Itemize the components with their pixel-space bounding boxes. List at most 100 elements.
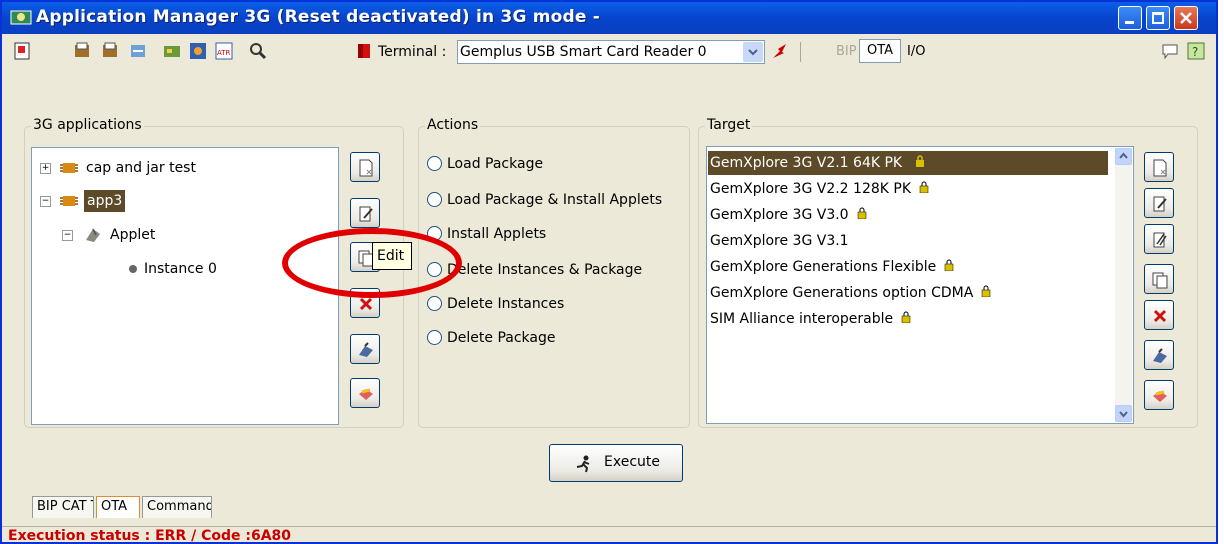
collapse-icon[interactable]: − xyxy=(40,196,51,207)
radio-label: Delete Instances & Package xyxy=(447,262,643,278)
run-icon xyxy=(576,455,590,473)
lock-icon xyxy=(945,259,954,271)
open-icon[interactable] xyxy=(72,41,92,61)
radio-icon[interactable] xyxy=(427,295,442,311)
atr-icon[interactable]: ATR xyxy=(214,41,234,61)
help-icon[interactable]: ? xyxy=(1186,41,1206,61)
edit2-target-button[interactable] xyxy=(1144,224,1174,254)
package-icon xyxy=(60,163,78,173)
stamp-icon xyxy=(359,342,373,357)
svg-text:ATR: ATR xyxy=(217,49,231,57)
radio-icon[interactable] xyxy=(427,329,442,345)
scroll-up-icon[interactable] xyxy=(1115,148,1132,165)
applet-icon xyxy=(86,228,100,242)
tab-ota[interactable]: OTA xyxy=(96,496,140,518)
edit-target-button[interactable] xyxy=(1144,188,1174,218)
tree-item-label: app3 xyxy=(84,190,126,212)
delete-target-button[interactable] xyxy=(1144,300,1174,330)
tree-item-label: Applet xyxy=(110,227,156,243)
target-item-selected[interactable]: GemXplore 3G V2.1 64K PK xyxy=(708,151,1108,175)
chevron-down-icon[interactable] xyxy=(743,42,763,62)
export-target-button[interactable] xyxy=(1144,380,1174,410)
radio-icon[interactable] xyxy=(427,191,442,207)
actions-title: Actions xyxy=(425,117,481,133)
radio-label: Delete Instances xyxy=(447,296,565,312)
radio-label: Load Package xyxy=(447,156,544,172)
ota-toggle[interactable]: OTA xyxy=(859,39,901,63)
new-icon xyxy=(1153,159,1167,177)
execute-label: Execute xyxy=(604,454,660,470)
edit-application-button[interactable] xyxy=(350,198,380,228)
vertical-scrollbar[interactable] xyxy=(1115,148,1132,422)
stop-icon[interactable] xyxy=(354,41,374,61)
target-item-label: GemXplore 3G V2.2 128K PK xyxy=(710,181,912,197)
target-item[interactable]: GemXplore 3G V3.1 xyxy=(708,229,849,253)
target-item[interactable]: GemXplore 3G V2.2 128K PK xyxy=(708,177,929,201)
new-target-button[interactable] xyxy=(1144,152,1174,182)
target-item[interactable]: GemXplore Generations Flexible xyxy=(708,255,954,279)
copy-target-button[interactable] xyxy=(1144,264,1174,294)
execute-button[interactable]: Execute xyxy=(549,444,683,482)
app-window: Application Manager 3G (Reset deactivate… xyxy=(0,0,1218,544)
target-item-label: GemXplore 3G V3.1 xyxy=(710,233,849,249)
target-item[interactable]: GemXplore Generations option CDMA xyxy=(708,281,991,305)
tree-item-label: cap and jar test xyxy=(86,160,196,176)
chat-icon[interactable] xyxy=(1160,41,1180,61)
radio-icon[interactable] xyxy=(427,155,442,171)
svg-text:?: ? xyxy=(1192,45,1198,59)
close-icon[interactable] xyxy=(1174,6,1198,30)
target-title: Target xyxy=(705,117,753,133)
terminal-select[interactable]: Gemplus USB Smart Card Reader 0 xyxy=(457,40,765,64)
radio-label: Delete Package xyxy=(447,330,556,346)
annotation-ellipse xyxy=(282,228,462,298)
load-icon[interactable] xyxy=(128,41,148,61)
radio-load-package[interactable]: Load Package xyxy=(427,152,543,176)
window-title: Application Manager 3G (Reset deactivate… xyxy=(36,7,600,27)
delete-icon xyxy=(1153,309,1167,323)
card2-icon[interactable] xyxy=(188,41,208,61)
copy-icon xyxy=(1152,272,1168,289)
stamp-target-button[interactable] xyxy=(1144,340,1174,370)
expand-icon[interactable]: + xyxy=(40,163,51,174)
edit-icon xyxy=(1153,196,1167,212)
card-icon[interactable] xyxy=(162,41,182,61)
target-item-label: GemXplore Generations option CDMA xyxy=(710,285,974,301)
radio-delete-package[interactable]: Delete Package xyxy=(427,326,555,350)
radio-load-package-install-applets[interactable]: Load Package & Install Applets xyxy=(427,188,662,212)
lock-icon xyxy=(915,155,924,167)
scroll-down-icon[interactable] xyxy=(1115,405,1132,422)
maximize-icon[interactable] xyxy=(1146,6,1170,30)
stamp-icon xyxy=(1153,348,1167,363)
toolbar: ATR Terminal : Gemplus USB Smart Card Re… xyxy=(2,36,1216,66)
io-label[interactable]: I/O xyxy=(907,44,925,59)
radio-delete-instances[interactable]: Delete Instances xyxy=(427,292,564,316)
exit-icon[interactable] xyxy=(12,41,32,61)
search-icon[interactable] xyxy=(248,41,268,61)
bip-label[interactable]: BIP xyxy=(836,44,857,59)
app-icon xyxy=(10,10,32,25)
edit-icon xyxy=(359,206,373,222)
target-item-label: GemXplore Generations Flexible xyxy=(710,259,937,275)
connect-icon[interactable] xyxy=(770,41,790,61)
execution-status: Execution status : ERR / Code :6A80 xyxy=(8,528,292,544)
tab-commands[interactable]: Commands xyxy=(142,496,212,518)
minimize-icon[interactable] xyxy=(1118,6,1142,30)
tab-bip-cat-tp[interactable]: BIP CAT TP xyxy=(32,496,94,518)
toolbar-separator xyxy=(800,42,801,62)
instance-icon xyxy=(129,265,137,273)
lock-icon xyxy=(857,207,866,219)
target-item-label: GemXplore 3G V3.0 xyxy=(710,207,849,223)
open2-icon[interactable] xyxy=(100,41,120,61)
target-item-label: SIM Alliance interoperable xyxy=(710,311,894,327)
target-item[interactable]: SIM Alliance interoperable xyxy=(708,307,911,331)
applications-tree[interactable]: + cap and jar test − app3 − Applet Insta… xyxy=(31,147,339,425)
new-application-button[interactable] xyxy=(350,152,380,182)
target-list[interactable]: GemXplore 3G V2.1 64K PK GemXplore 3G V2… xyxy=(706,146,1134,424)
radio-label: Load Package & Install Applets xyxy=(447,192,663,208)
stamp-application-button[interactable] xyxy=(350,334,380,364)
tree-item-label: Instance 0 xyxy=(144,261,217,277)
export-application-button[interactable] xyxy=(350,378,380,408)
export-icon xyxy=(359,388,373,400)
collapse-icon[interactable]: − xyxy=(62,230,73,241)
target-item[interactable]: GemXplore 3G V3.0 xyxy=(708,203,867,227)
